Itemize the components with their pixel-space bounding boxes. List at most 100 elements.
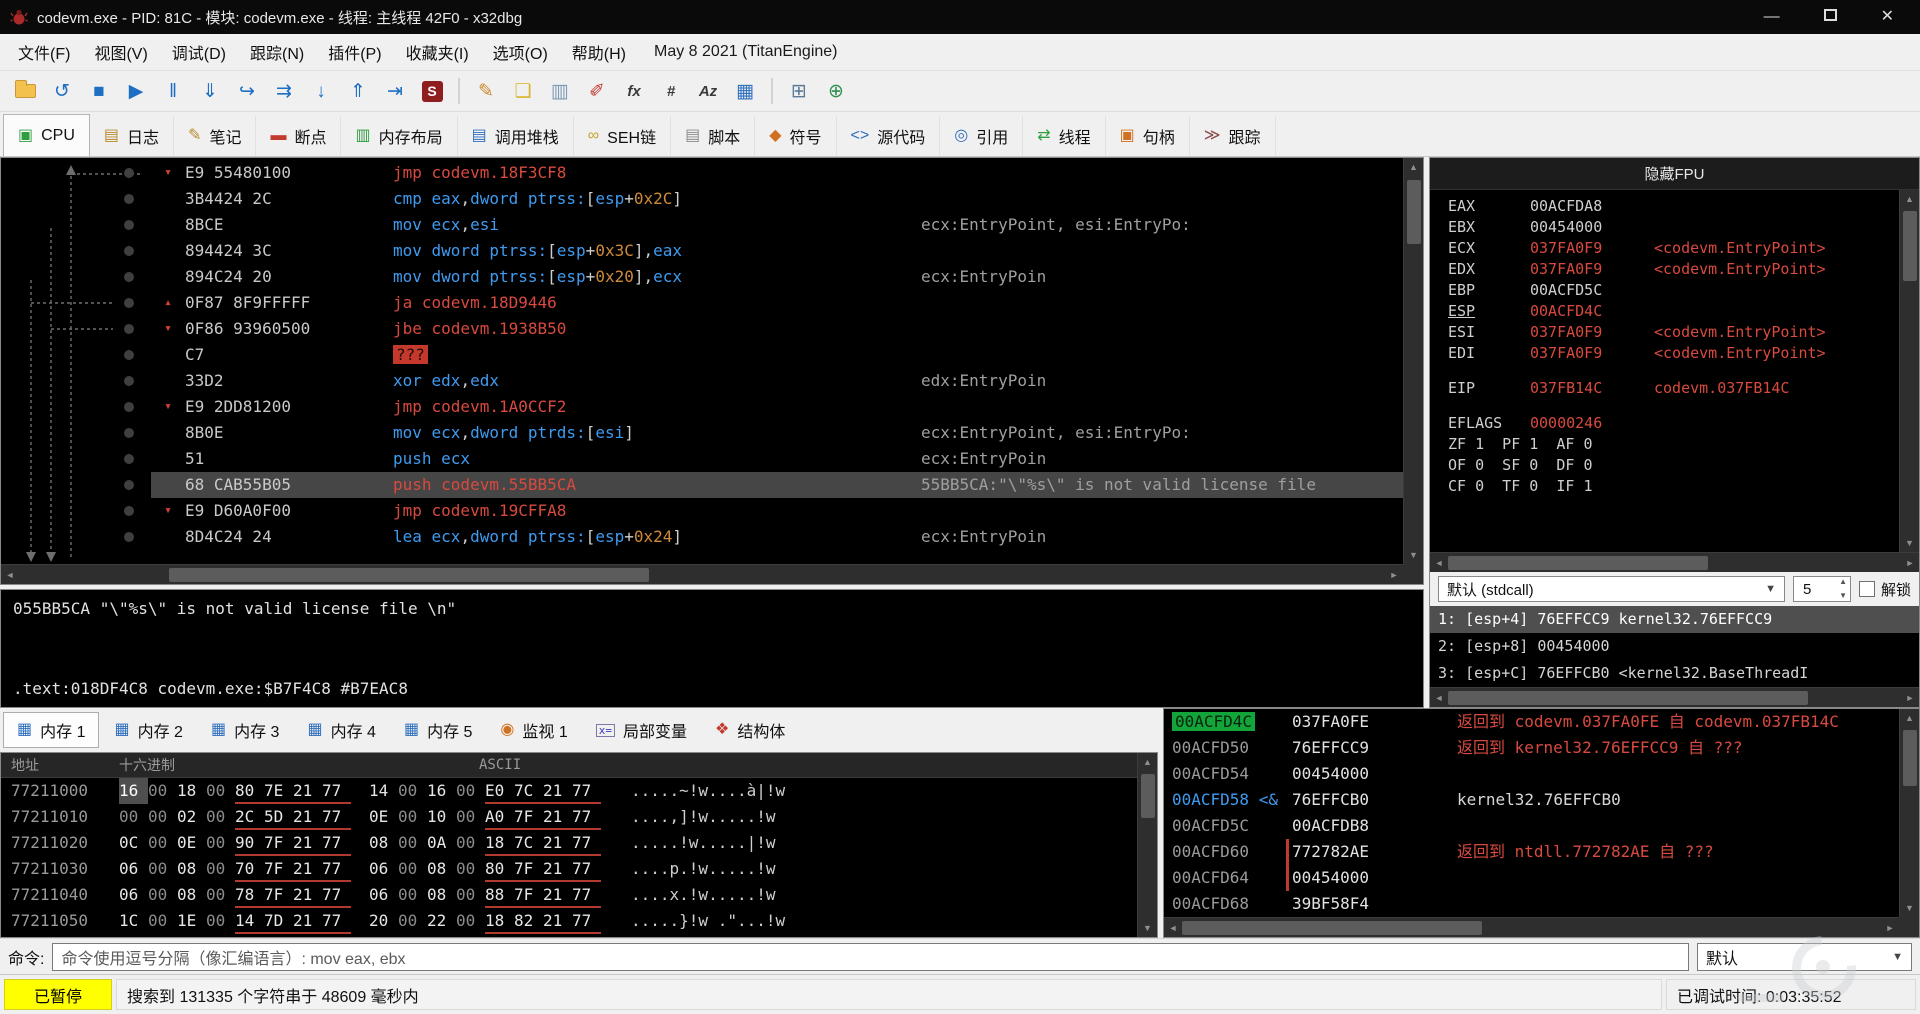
disasm-row[interactable]: 894424 3C mov dword ptrss:[esp+0x3C],eax — [151, 238, 1403, 264]
disasm-row[interactable]: ▴ 0F87 8F9FFFFF ja codevm.18D9446 — [151, 290, 1403, 316]
disasm-row[interactable]: 8D4C24 24 lea ecx,dword ptrss:[esp+0x24] e… — [151, 524, 1403, 550]
step-over-button[interactable]: ↪ — [230, 75, 264, 107]
scroll-down-icon[interactable]: ▼ — [1900, 899, 1919, 917]
tab-脚本[interactable]: ▤ 脚本 — [671, 116, 756, 156]
tab-内存 5[interactable]: ▦ 内存 5 — [391, 712, 485, 748]
stack-row[interactable]: 00ACFD58 <& 76EFFCB0 kernel32.76EFFCB0 — [1164, 787, 1899, 813]
maximize-button[interactable] — [1823, 9, 1837, 25]
scroll-thumb[interactable] — [1902, 730, 1917, 786]
run-to-user-code-button[interactable]: ⇥ — [378, 75, 412, 107]
menu-item[interactable]: 选项(O) — [481, 34, 560, 70]
tab-笔记[interactable]: ✎ 笔记 — [174, 116, 257, 156]
scroll-left-icon[interactable]: ◄ — [1430, 554, 1448, 572]
fill-button[interactable]: ❏ — [506, 75, 540, 107]
register-row[interactable]: ESI 037FA0F9 <codevm.EntryPoint> — [1448, 322, 1899, 343]
disasm-row[interactable]: 894C24 20 mov dword ptrss:[esp+0x20],ecx e… — [151, 264, 1403, 290]
patch-button[interactable]: ✎ — [469, 75, 503, 107]
tab-内存 4[interactable]: ▦ 内存 4 — [294, 712, 388, 748]
unlock-checkbox[interactable]: 解锁 — [1858, 579, 1911, 600]
scroll-thumb[interactable] — [1448, 690, 1808, 705]
register-row[interactable]: ZF 1 PF 1 AF 0 — [1448, 434, 1899, 455]
menu-item[interactable]: 调试(D) — [160, 34, 238, 70]
disasm-row[interactable]: ▾ 0F86 93960500 jbe codevm.1938B50 — [151, 316, 1403, 342]
stack-row[interactable]: 00ACFD60 772782AE 返回到 ntdll.772782AE 自 ??? — [1164, 839, 1899, 865]
menu-item[interactable]: 视图(V) — [82, 34, 159, 70]
tab-内存 2[interactable]: ▦ 内存 2 — [101, 712, 195, 748]
memory-map-window-button[interactable]: ▦ — [728, 75, 762, 107]
restart-button[interactable]: ↺ — [45, 75, 79, 107]
memory-row[interactable]: 77211030 06 00 08 00 70 7F 21 77 06 00 08 00 80 7F 21 77… — [1, 856, 1157, 882]
menu-item[interactable]: 帮助(H) — [560, 34, 638, 70]
open-file-button[interactable] — [8, 75, 42, 107]
stack-row[interactable]: 00ACFD50 76EFFCC9 返回到 kernel32.76EFFCC9 自 … — [1164, 735, 1899, 761]
register-row[interactable]: EIP 037FB14C codevm.037FB14C — [1448, 378, 1899, 399]
arg-row[interactable]: 2: [esp+8] 00454000 — [1430, 633, 1919, 660]
scroll-left-icon[interactable]: ◄ — [1430, 689, 1448, 707]
disassembly-hscrollbar[interactable]: ◄ ► — [1, 564, 1403, 584]
tab-句柄[interactable]: ▣ 句柄 — [1106, 116, 1190, 156]
register-row[interactable]: ECX 037FA0F9 <codevm.EntryPoint> — [1448, 238, 1899, 259]
scroll-thumb[interactable] — [1182, 920, 1482, 935]
register-row[interactable]: CF 0 TF 0 IF 1 — [1448, 476, 1899, 497]
disasm-row[interactable]: ▾ E9 2DD81200 jmp codevm.1A0CCF2 — [151, 394, 1403, 420]
scroll-thumb[interactable] — [169, 567, 649, 582]
disasm-row[interactable]: 33D2 xor edx,edx edx:EntryPoin — [151, 368, 1403, 394]
step-into-button[interactable]: ⇓ — [193, 75, 227, 107]
disasm-row[interactable]: C7??? — [151, 342, 1403, 368]
arg-row[interactable]: 1: [esp+4] 76EFFCC9 kernel32.76EFFCC9 — [1430, 606, 1919, 633]
scroll-right-icon[interactable]: ► — [1385, 566, 1403, 584]
compare-button[interactable]: ▥ — [543, 75, 577, 107]
register-row[interactable]: ESP 00ACFD4C — [1448, 301, 1899, 322]
memory-row[interactable]: 77211010 00 00 02 00 2C 5D 21 77 0E 00 10 00 A0 7F 21 77… — [1, 804, 1157, 830]
register-row[interactable]: EBX 00454000 — [1448, 217, 1899, 238]
scroll-down-icon[interactable]: ▼ — [1900, 534, 1919, 552]
disasm-row[interactable]: 8BCE mov ecx,esi ecx:EntryPoint, esi:Entry… — [151, 212, 1403, 238]
disasm-row[interactable]: ▾ E9 D60A0F00 jmp codevm.19CFFA8 — [151, 498, 1403, 524]
disasm-row[interactable]: 8B0E mov ecx,dword ptrds:[esi] ecx:EntryPo… — [151, 420, 1403, 446]
execute-till-return-button[interactable]: ⇉ — [267, 75, 301, 107]
stack-row[interactable]: 00ACFD5C 00ACFDB8 — [1164, 813, 1899, 839]
menu-item[interactable]: 插件(P) — [316, 34, 393, 70]
register-row[interactable]: OF 0 SF 0 DF 0 — [1448, 455, 1899, 476]
scroll-thumb[interactable] — [1140, 774, 1155, 818]
registers-vscrollbar[interactable]: ▲ ▼ — [1899, 190, 1919, 552]
tab-调用堆栈[interactable]: ▤ 调用堆栈 — [458, 116, 574, 156]
register-row[interactable]: EAX 00ACFDA8 — [1448, 196, 1899, 217]
scroll-right-icon[interactable]: ► — [1881, 919, 1899, 937]
scroll-up-icon[interactable]: ▲ — [1138, 753, 1157, 771]
disassembly-vscrollbar[interactable]: ▲ ▼ — [1403, 158, 1423, 564]
minimize-button[interactable]: — — [1764, 9, 1780, 25]
calculator-button[interactable]: ⊞ — [782, 75, 816, 107]
stack-row[interactable]: 00ACFD64 00454000 — [1164, 865, 1899, 891]
calling-convention-select[interactable]: 默认 (stdcall) ▼ — [1438, 576, 1785, 602]
scroll-down-icon[interactable]: ▼ — [1404, 546, 1423, 564]
step-down-button[interactable]: ↓ — [304, 75, 338, 107]
command-input[interactable] — [52, 942, 1689, 971]
memory-vscrollbar[interactable]: ▲ ▼ — [1137, 753, 1157, 937]
memory-row[interactable]: 77211000 16 00 18 00 80 7E 21 77 14 00 16 00 E0 7C 21 77… — [1, 778, 1157, 804]
scroll-right-icon[interactable]: ► — [1901, 554, 1919, 572]
checkbox-icon[interactable] — [1858, 581, 1875, 597]
hash-button[interactable]: # — [654, 75, 688, 107]
fx-button[interactable]: fx — [617, 75, 651, 107]
scroll-thumb[interactable] — [1902, 211, 1917, 281]
scroll-left-icon[interactable]: ◄ — [1164, 919, 1182, 937]
tab-源代码[interactable]: <> 源代码 — [837, 116, 941, 156]
tab-SEH链[interactable]: ∞ SEH链 — [574, 116, 672, 156]
paint-button[interactable]: ✐ — [580, 75, 614, 107]
az-button[interactable]: Az — [691, 75, 725, 107]
spin-up-icon[interactable]: ▲ — [1839, 578, 1847, 586]
tab-内存布局[interactable]: ▥ 内存布局 — [341, 116, 458, 156]
tab-结构体[interactable]: ❖ 结构体 — [702, 712, 798, 748]
stack-row[interactable]: 00ACFD4C 037FA0FE 返回到 codevm.037FA0FE 自 co… — [1164, 709, 1899, 735]
menu-item[interactable]: 文件(F) — [6, 34, 82, 70]
memory-row[interactable]: 77211040 06 00 08 00 78 7F 21 77 06 00 08 00 88 7F 21 77… — [1, 882, 1157, 908]
run-button[interactable]: ▶ — [119, 75, 153, 107]
stack-hscrollbar[interactable]: ◄ ► — [1164, 917, 1899, 937]
memory-row[interactable]: 77211020 0C 00 0E 00 90 7F 21 77 08 00 0A 00 18 7C 21 77… — [1, 830, 1157, 856]
arg-count-stepper[interactable]: 5 ▲ ▼ — [1792, 576, 1851, 602]
register-row[interactable]: EFLAGS 00000246 — [1448, 413, 1899, 434]
tab-线程[interactable]: ⇄ 线程 — [1023, 116, 1106, 156]
pause-button[interactable]: ‖ — [156, 75, 190, 107]
close-button[interactable]: ✕ — [1881, 9, 1894, 25]
